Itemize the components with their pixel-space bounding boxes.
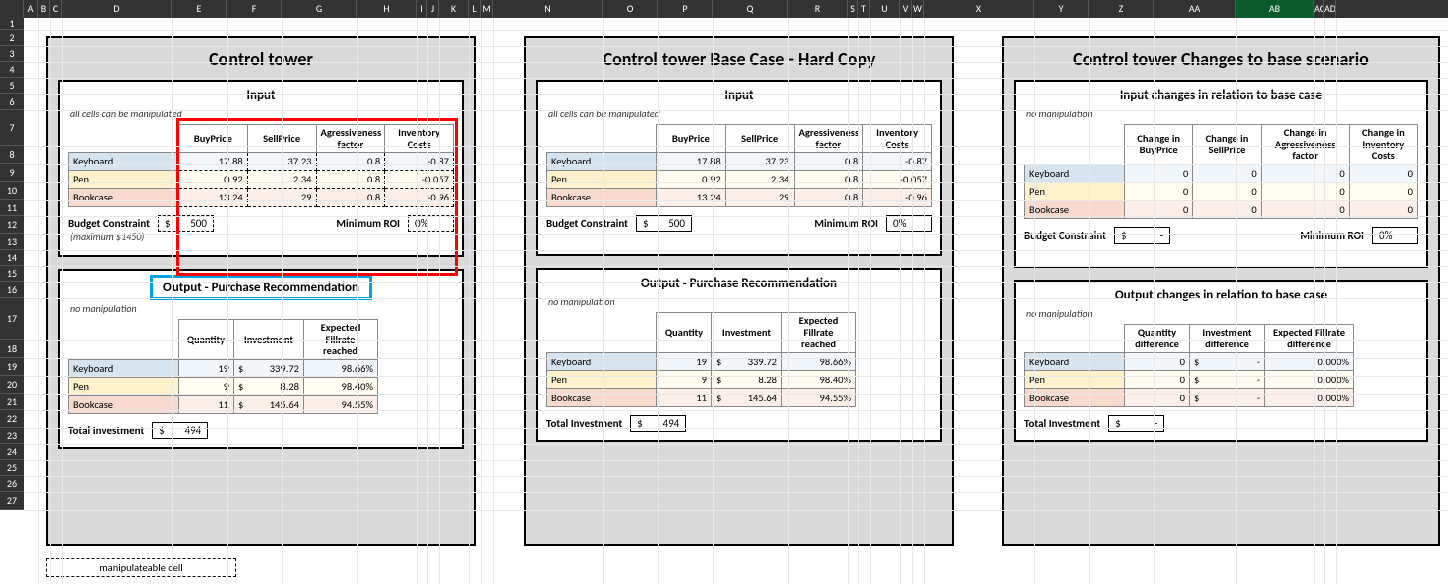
table-row: Bookcase 11 $145.64 94.55% bbox=[547, 388, 856, 406]
minroi-value[interactable]: 0% bbox=[886, 215, 932, 232]
table-row: Pen 0 $- 0.000% bbox=[1025, 370, 1354, 388]
table-row: Bookcase 0 $- 0.000% bbox=[1025, 388, 1354, 406]
input-cell[interactable]: -0.87 bbox=[385, 153, 454, 171]
budget-input[interactable]: $ 500 bbox=[158, 215, 214, 232]
table-row: Pen 9 $8.28 98.40% bbox=[69, 377, 378, 395]
budget-change: $ - bbox=[1114, 227, 1170, 244]
output-table: Quantity Investment Expected Fillrate re… bbox=[546, 312, 856, 407]
minroi-label: Minimum ROI bbox=[336, 217, 400, 230]
table-row: Keyboard 17.88 37.23 0.8 -0.87 bbox=[69, 153, 454, 171]
budget-label: Budget Constraint bbox=[68, 217, 150, 230]
budget-note: (maximum $1450) bbox=[70, 230, 454, 243]
input-note: all cells can be manipulated bbox=[70, 107, 454, 120]
input-change-section: Input changes in relation to base case n… bbox=[1014, 80, 1428, 268]
col-header: Inventory Costs bbox=[385, 125, 454, 153]
row-headers[interactable]: 1234567891011121314151617181920212223242… bbox=[0, 18, 24, 510]
output-title: Output - Purchase Recommendation bbox=[150, 275, 372, 300]
input-table: BuyPrice SellPrice Agressiveness factor … bbox=[68, 124, 454, 207]
panel-control-tower: Control tower Input all cells can be man… bbox=[46, 36, 476, 546]
output-note: no manipulation bbox=[70, 302, 454, 315]
output-change-section: Output changes in relation to base case … bbox=[1014, 280, 1428, 442]
table-row: Keyboard 0 0 0 0 bbox=[1025, 164, 1418, 182]
table-row: Pen 0 0 0 0 bbox=[1025, 182, 1418, 200]
table-row: Bookcase 13.24 29 0.8 -0.96 bbox=[547, 189, 932, 207]
table-row: Keyboard 17.88 37.23 0.8 -0.87 bbox=[547, 153, 932, 171]
table-row: Pen 0.92 2.34 0.8 -0.057 bbox=[69, 171, 454, 189]
table-row: Pen 9 $8.28 98.40% bbox=[547, 370, 856, 388]
table-row: Keyboard 19 $339.72 98.66% bbox=[69, 359, 378, 377]
table-row: Keyboard 0 $- 0.000% bbox=[1025, 352, 1354, 370]
panel-base-case: Control tower Base Case - Hard Copy Inpu… bbox=[524, 36, 954, 546]
table-row: Keyboard 19 $339.72 98.66% bbox=[547, 352, 856, 370]
column-headers[interactable]: ABCDEFGHIJKLMNOPQRSTUVWXYZAAABACAD bbox=[0, 0, 1448, 18]
input-change-table: Change in BuyPrice Change in SellPrice C… bbox=[1024, 124, 1418, 219]
panel-changes: Control tower Changes to base scenario I… bbox=[1002, 36, 1440, 546]
input-cell[interactable]: 0.8 bbox=[316, 189, 385, 207]
input-cell[interactable]: 0.92 bbox=[179, 171, 248, 189]
col-header: BuyPrice bbox=[179, 125, 248, 153]
minroi-input[interactable]: 0% bbox=[408, 215, 454, 232]
input-section: Input all cells can be manipulated BuyPr… bbox=[536, 80, 942, 256]
input-section: Input all cells can be manipulated BuyPr… bbox=[58, 80, 464, 257]
legend-manipulateable: manipulateable cell bbox=[46, 558, 236, 577]
input-cell[interactable]: 0.8 bbox=[316, 153, 385, 171]
input-cell[interactable]: -0.057 bbox=[385, 171, 454, 189]
total-change: $ - bbox=[1108, 415, 1164, 432]
input-cell[interactable]: -0.96 bbox=[385, 189, 454, 207]
input-title: Input bbox=[68, 86, 454, 105]
input-cell[interactable]: 13.24 bbox=[179, 189, 248, 207]
output-table: Quantity Investment Expected Fillrate re… bbox=[68, 319, 378, 414]
spreadsheet: ABCDEFGHIJKLMNOPQRSTUVWXYZAAABACAD 12345… bbox=[0, 0, 1448, 584]
minroi-change: 0% bbox=[1372, 227, 1418, 244]
input-note: all cells can be manipulated bbox=[548, 107, 932, 120]
output-section: Output - Purchase Recommendation no mani… bbox=[536, 268, 942, 442]
total-label: Total Investment bbox=[68, 424, 144, 437]
table-row: Bookcase 13.24 29 0.8 -0.96 bbox=[69, 189, 454, 207]
sheet-canvas[interactable]: Control tower Input all cells can be man… bbox=[24, 18, 1448, 584]
input-cell[interactable]: 17.88 bbox=[179, 153, 248, 171]
col-header: Agressiveness factor bbox=[316, 125, 385, 153]
table-row: Pen 0.92 2.34 0.8 -0.057 bbox=[547, 171, 932, 189]
total-value: $ 494 bbox=[152, 422, 208, 439]
budget-value[interactable]: $ 500 bbox=[636, 215, 692, 232]
input-cell[interactable]: 0.8 bbox=[316, 171, 385, 189]
